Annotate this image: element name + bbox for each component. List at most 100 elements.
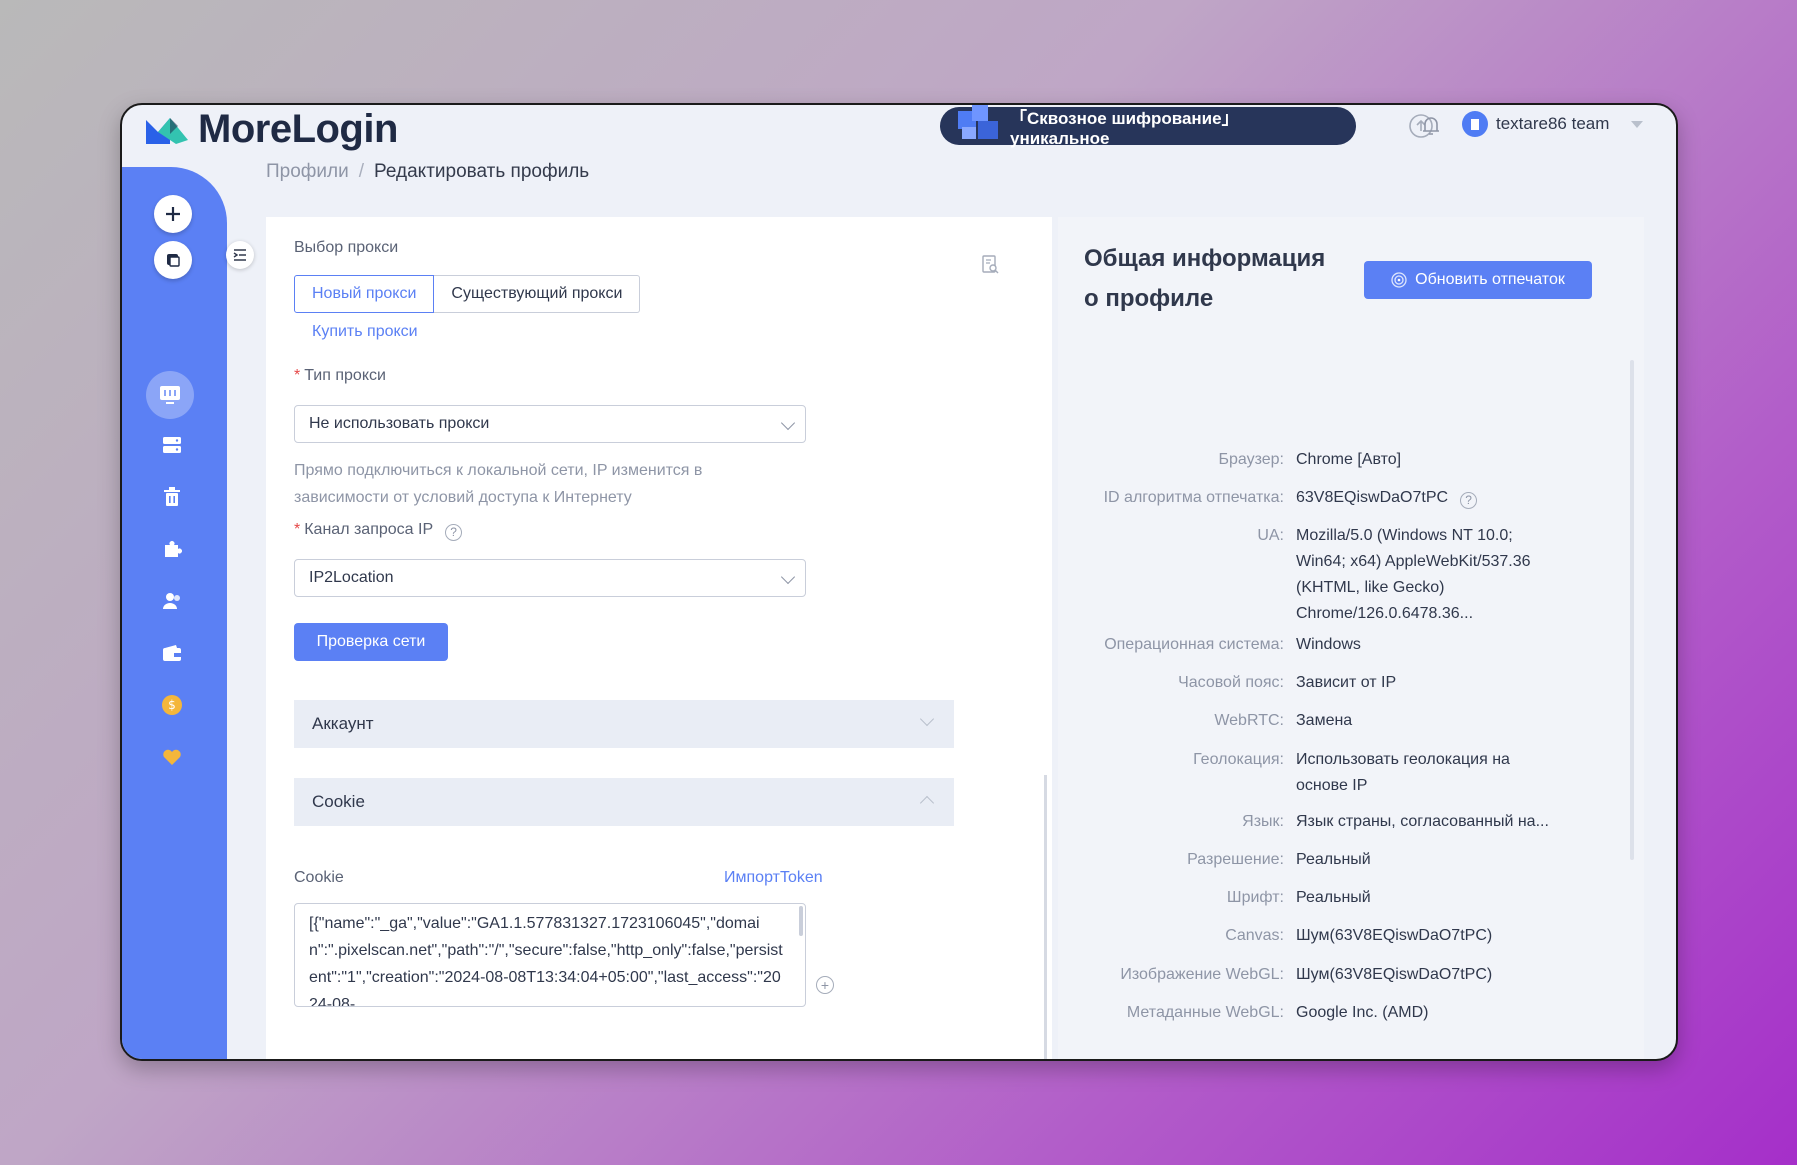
app-name: MoreLogin — [198, 107, 398, 151]
info-key: Операционная система: — [1104, 636, 1284, 653]
cookie-accordion[interactable]: Cookie — [294, 778, 954, 826]
document-search-icon[interactable] — [982, 255, 1000, 275]
svg-text:$: $ — [168, 698, 176, 712]
sidebar-item-team[interactable] — [160, 589, 184, 613]
info-value: Google Inc. (AMD) — [1296, 1004, 1429, 1021]
ip-channel-label: * Канал запроса IP? — [294, 521, 463, 541]
info-key: Браузер: — [1218, 451, 1284, 468]
info-key: UA: — [1257, 527, 1284, 544]
team-menu[interactable]: textare86 team — [1462, 111, 1644, 137]
proxy-settings-panel: Выбор прокси Новый прокси Существующий п… — [266, 217, 1052, 1059]
account-accordion-title: Аккаунт — [312, 714, 374, 733]
monitor-icon — [160, 386, 180, 404]
breadcrumb-current: Редактировать профиль — [374, 161, 590, 182]
encryption-promo-icon — [958, 105, 998, 139]
cookie-accordion-title: Cookie — [312, 792, 365, 811]
sidebar-item-favorites[interactable] — [160, 745, 184, 769]
proxy-type-select[interactable]: Не использовать прокси — [294, 405, 806, 443]
refresh-fingerprint-label: Обновить отпечаток — [1415, 271, 1565, 288]
quick-create-button[interactable] — [154, 241, 192, 279]
bell-icon[interactable] — [1418, 113, 1444, 139]
ip-channel-select[interactable]: IP2Location — [294, 559, 806, 597]
info-key: Метаданные WebGL: — [1126, 1004, 1284, 1021]
proxy-mode-tabs: Новый прокси Существующий прокси — [294, 275, 641, 313]
info-value: Зависит от IP — [1296, 674, 1397, 691]
info-value: Шум(63V8EQiswDaO7tPC) — [1296, 927, 1493, 944]
info-value: Реальный — [1296, 851, 1371, 868]
add-cookie-icon[interactable]: + — [816, 976, 834, 994]
users-icon — [163, 593, 180, 609]
info-value: Chrome [Авто] — [1296, 451, 1402, 468]
top-bar: MoreLogin 「Сквозное шифрование」уникально… — [122, 105, 1676, 165]
cookie-value: [{"name":"_ga","value":"GA1.1.577831327.… — [309, 915, 783, 1007]
import-token-link[interactable]: ИмпортToken — [724, 869, 823, 887]
proxy-type-label-text: Тип прокси — [304, 367, 386, 384]
chevron-down-icon — [780, 415, 796, 431]
sidebar-item-proxies[interactable] — [160, 433, 184, 457]
tab-existing-proxy[interactable]: Существующий прокси — [434, 275, 641, 313]
info-value: Реальный — [1296, 889, 1371, 906]
info-value: Замена — [1296, 712, 1353, 729]
info-key: Canvas: — [1225, 927, 1284, 944]
sidebar-item-extensions[interactable] — [160, 537, 184, 561]
info-value: Шум(63V8EQiswDaO7tPC) — [1296, 966, 1493, 983]
menu-collapse-icon — [233, 249, 246, 261]
promo-banner[interactable]: 「Сквозное шифрование」уникальное — [940, 105, 1356, 148]
sidebar-collapse-button[interactable] — [226, 241, 254, 269]
help-icon[interactable]: ? — [1460, 491, 1478, 509]
check-network-button[interactable]: Проверка сети — [294, 623, 448, 661]
plus-icon — [166, 207, 180, 221]
info-key: WebRTC: — [1214, 712, 1284, 729]
sidebar-item-billing[interactable]: $ — [160, 693, 184, 717]
right-panel-scrollbar[interactable] — [1630, 360, 1634, 860]
fingerprint-icon — [1391, 272, 1407, 288]
info-key: Геолокация: — [1193, 751, 1284, 768]
tab-new-proxy[interactable]: Новый прокси — [294, 275, 435, 313]
building-icon — [1471, 119, 1479, 130]
logo[interactable]: MoreLogin — [144, 107, 398, 152]
proxy-type-hint: Прямо подключиться к локальной сети, IP … — [294, 462, 703, 506]
info-key: Разрешение: — [1187, 851, 1284, 868]
account-accordion[interactable]: Аккаунт — [294, 700, 954, 748]
proxy-section-label: Выбор прокси — [294, 239, 399, 256]
app-window: MoreLogin 「Сквозное шифрование」уникально… — [120, 103, 1678, 1061]
promo-text-1: 「Сквозное шифрование」 — [1010, 108, 1239, 128]
promo-text-2: уникальное — [1010, 128, 1110, 148]
puzzle-icon — [165, 541, 182, 557]
proxy-type-label: * Тип прокси — [294, 367, 386, 384]
textarea-scrollbar[interactable] — [799, 906, 803, 936]
heart-icon — [163, 749, 181, 765]
team-avatar — [1462, 111, 1488, 137]
chevron-down-icon — [919, 711, 935, 727]
chevron-down-icon — [780, 569, 796, 585]
help-icon[interactable]: ? — [445, 523, 463, 541]
info-value: Mozilla/5.0 (Windows NT 10.0; Win64; x64… — [1296, 527, 1531, 622]
refresh-fingerprint-button[interactable]: Обновить отпечаток — [1364, 261, 1592, 299]
team-name: textare86 team — [1496, 114, 1610, 133]
ip-channel-value: IP2Location — [309, 569, 394, 586]
chevron-up-icon — [919, 795, 935, 811]
breadcrumb: Профили / Редактировать профиль — [266, 161, 589, 183]
coin-icon: $ — [162, 695, 182, 715]
sidebar-item-profiles[interactable] — [146, 371, 194, 419]
chevron-down-icon — [1631, 120, 1644, 128]
wallet-icon — [163, 645, 181, 661]
cookie-textarea[interactable]: [{"name":"_ga","value":"GA1.1.577831327.… — [294, 903, 806, 1007]
info-key: Изображение WebGL: — [1120, 966, 1284, 983]
info-value: Использовать геолокация на основе IP — [1296, 751, 1510, 794]
add-profile-button[interactable] — [154, 195, 192, 233]
sidebar-item-trash[interactable] — [160, 485, 184, 509]
ip-channel-label-text: Канал запроса IP — [304, 521, 434, 538]
info-key: Язык: — [1242, 813, 1284, 830]
server-icon — [163, 437, 181, 453]
info-value-wrap: 63V8EQiswDaO7tPC? — [1296, 485, 1566, 511]
proxy-type-value: Не использовать прокси — [309, 415, 490, 432]
sidebar-item-wallet[interactable] — [160, 641, 184, 665]
left-panel-scrollbar[interactable] — [1044, 775, 1047, 1059]
info-value: 63V8EQiswDaO7tPC — [1296, 489, 1449, 506]
breadcrumb-profiles[interactable]: Профили — [266, 161, 349, 182]
profile-info-panel: Общая информация о профиле Обновить отпе… — [1058, 217, 1644, 1059]
trash-icon — [164, 487, 180, 506]
buy-proxy-link[interactable]: Купить прокси — [312, 323, 418, 341]
info-value: Язык страны, согласованный на... — [1296, 813, 1549, 830]
